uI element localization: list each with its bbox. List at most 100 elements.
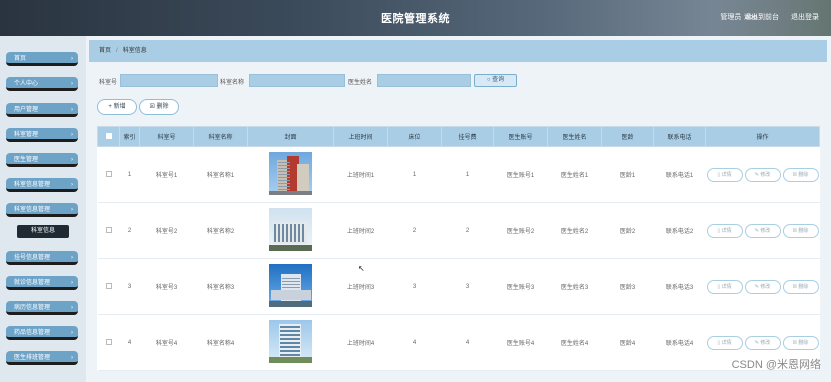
cell-phone: 联系电话4 [653,314,706,371]
sidebar-item-records[interactable]: 病历信息管理 › [6,301,78,315]
doc-icon: ▯ [717,171,721,178]
cell-dept-name: 科室名称1 [193,146,248,203]
row-delete-button[interactable]: ☒ 删除 [782,167,819,182]
app-title: 医院管理系统 [381,13,450,25]
row-checkbox[interactable] [97,258,120,315]
cell-phone: 联系电话3 [653,258,706,315]
cell-dept-name: 科室名称3 [193,258,248,315]
row-checkbox[interactable] [97,146,120,203]
detail-button[interactable]: ▯ 详情 [706,167,743,182]
detail-button[interactable]: ▯ 详情 [706,279,743,294]
cell-fee: 3 [441,258,494,315]
cover-image [269,208,312,251]
sidebar-item-label: 挂号信息管理 [14,255,51,261]
cell-doctor-account: 医生账号3 [493,258,548,315]
doc-icon: ▯ [717,227,721,234]
sidebar-item-registration[interactable]: 挂号信息管理 › [6,251,78,265]
chevron-down-icon: › [71,305,73,311]
pencil-icon: ✎ [754,227,759,234]
dept-no-input[interactable] [120,74,218,87]
doctor-name-label: 医生姓名 [348,80,373,86]
cover-image [269,320,312,363]
row-delete-button[interactable]: ☒ 删除 [782,223,819,238]
sidebar-item-label: 药品信息管理 [14,330,51,336]
back-to-frontend-link[interactable]: 退出到前台 [744,12,779,22]
row-checkbox[interactable] [97,314,120,371]
cell-age: 医龄3 [601,258,654,315]
cover-image [269,152,312,195]
sidebar-item-schedule[interactable]: 医生排班管理 › [6,351,78,365]
add-button-label: 新增 [113,104,126,110]
doctor-name-input[interactable] [377,74,471,87]
detail-button-label: 详情 [721,227,732,234]
table-row: 4 科室号4 科室名称4 上班时间4 4 4 医生账号4 医生姓名4 医龄4 联… [97,314,820,371]
cell-doctor-name: 医生姓名4 [547,314,602,371]
sidebar-item-label: 就诊信息管理 [14,280,51,286]
add-button[interactable]: + 新增 [97,99,137,115]
dept-name-input[interactable] [249,74,345,87]
table-row: 1 科室号1 科室名称1 上班时间1 1 1 医生账号1 医生姓名1 医龄1 联… [97,146,820,203]
cell-doctor-name: 医生姓名1 [547,146,602,203]
breadcrumb-current: 科室信息 [122,48,147,54]
edit-button[interactable]: ✎ 修改 [744,167,781,182]
sidebar-item-doctors[interactable]: 医生管理 › [6,153,78,167]
sidebar-item-label: 科室信息管理 [14,182,51,188]
sidebar-item-label: 医生管理 [14,157,39,163]
cell-fee: 1 [441,146,494,203]
chevron-down-icon: › [71,157,73,163]
col-header: 医生姓名 [547,126,602,147]
sidebar-item-medicine[interactable]: 药品信息管理 › [6,326,78,340]
sidebar-subitem-dept-info[interactable]: 科室信息 [17,225,69,238]
chevron-down-icon: › [71,182,73,188]
select-all-checkbox[interactable] [97,126,120,147]
chevron-down-icon: › [71,330,73,336]
row-delete-button-label: 删除 [798,339,809,346]
logout-link[interactable]: 退出登录 [791,12,819,22]
breadcrumb-home[interactable]: 首页 [99,48,111,54]
pencil-icon: ✎ [754,339,759,346]
sidebar-item-label: 科室信息管理 [14,207,51,213]
detail-button-label: 详情 [721,339,732,346]
cell-beds: 2 [387,202,442,259]
detail-button[interactable]: ▯ 详情 [706,223,743,238]
row-delete-button[interactable]: ☒ 删除 [782,335,819,350]
col-header: 医龄 [601,126,654,147]
delete-button-label: 删除 [156,104,169,110]
edit-button[interactable]: ✎ 修改 [744,223,781,238]
chevron-down-icon: › [71,207,73,213]
cell-index: 1 [119,146,140,203]
detail-button[interactable]: ▯ 详情 [706,335,743,350]
cell-doctor-name: 医生姓名3 [547,258,602,315]
cell-cover [247,258,334,315]
sidebar-item-dept-info-manage[interactable]: 科室信息管理 › [6,178,78,192]
detail-button-label: 详情 [721,171,732,178]
cell-work-time: 上班时间2 [333,202,388,259]
row-delete-button-label: 删除 [798,227,809,234]
delete-button[interactable]: ☒ 删除 [139,99,179,115]
col-header: 医生账号 [493,126,548,147]
sidebar-item-departments[interactable]: 科室管理 › [6,128,78,142]
row-delete-button[interactable]: ☒ 删除 [782,279,819,294]
sidebar-item-label: 首页 [14,56,27,62]
cell-beds: 1 [387,146,442,203]
sidebar-item-label: 病历信息管理 [14,305,51,311]
sidebar-item-home[interactable]: 首页 › [6,52,78,66]
sidebar-item-profile[interactable]: 个人中心 › [6,77,78,91]
chevron-down-icon: › [71,56,73,62]
edit-button[interactable]: ✎ 修改 [744,335,781,350]
col-header: 床位 [387,126,442,147]
sidebar-item-dept-info[interactable]: 科室信息管理 › [6,203,78,217]
search-button[interactable]: ○ 查询 [474,74,517,87]
cell-work-time: 上班时间1 [333,146,388,203]
cell-cover [247,314,334,371]
cell-age: 医龄2 [601,202,654,259]
row-checkbox[interactable] [97,202,120,259]
edit-button[interactable]: ✎ 修改 [744,279,781,294]
cell-phone: 联系电话1 [653,146,706,203]
cell-phone: 联系电话2 [653,202,706,259]
sidebar-item-users[interactable]: 用户管理 › [6,103,78,117]
sidebar-item-visits[interactable]: 就诊信息管理 › [6,276,78,290]
cell-age: 医龄1 [601,146,654,203]
cell-doctor-account: 医生账号2 [493,202,548,259]
table-row: 3 科室号3 科室名称3 上班时间3 3 3 医生账号3 医生姓名3 医龄3 联… [97,258,820,315]
